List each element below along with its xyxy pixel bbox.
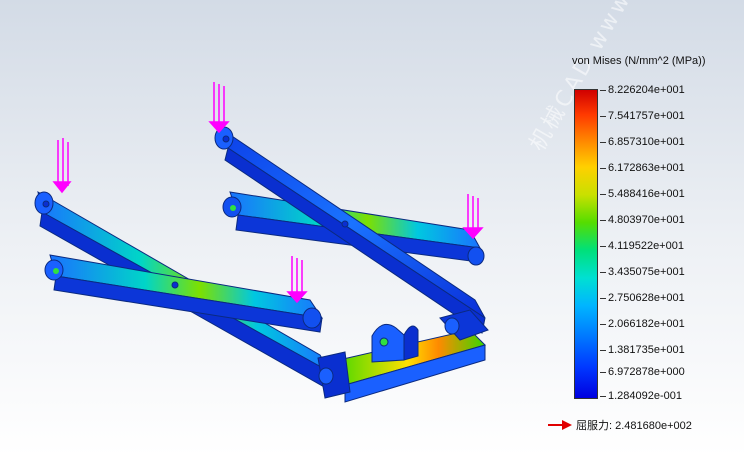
yield-strength-text: 屈服力: 2.481680e+002 xyxy=(576,420,692,432)
load-arrow-group-1 xyxy=(52,138,72,194)
legend-tick-label: 8.226204e+001 xyxy=(608,84,685,96)
yield-arrow-icon xyxy=(548,420,572,430)
legend-tick-label: 6.172863e+001 xyxy=(608,162,685,174)
link-front-lower[interactable] xyxy=(44,254,324,333)
legend-title: von Mises (N/mm^2 (MPa)) xyxy=(572,55,706,67)
legend-tick-label: 1.284092e-001 xyxy=(608,390,683,402)
legend-tick-label: 3.435075e+001 xyxy=(608,266,685,278)
legend-tick-label: 1.381735e+001 xyxy=(608,344,685,356)
legend-tick-label: 7.541757e+001 xyxy=(608,110,685,122)
legend-tick-label: 4.119522e+001 xyxy=(608,240,684,252)
legend-tick-label: 5.488416e+001 xyxy=(608,188,685,200)
model-viewport[interactable] xyxy=(0,0,744,456)
center-clevis[interactable] xyxy=(371,323,419,363)
legend-tick-label: 2.066182e+001 xyxy=(608,318,685,330)
legend-tick-label: 4.803970e+001 xyxy=(608,214,685,226)
legend-tick-label: 2.750628e+001 xyxy=(608,292,685,304)
load-arrow-group-4 xyxy=(462,194,484,240)
load-arrow-group-2 xyxy=(208,82,230,134)
stress-colorbar xyxy=(574,89,598,399)
yield-strength-label: 屈服力: 2.481680e+002 xyxy=(548,417,692,433)
load-arrow-group-3 xyxy=(286,256,308,304)
legend-tick-label: 6.972878e+000 xyxy=(608,366,685,378)
legend-tick-label: 6.857310e+001 xyxy=(608,136,685,148)
